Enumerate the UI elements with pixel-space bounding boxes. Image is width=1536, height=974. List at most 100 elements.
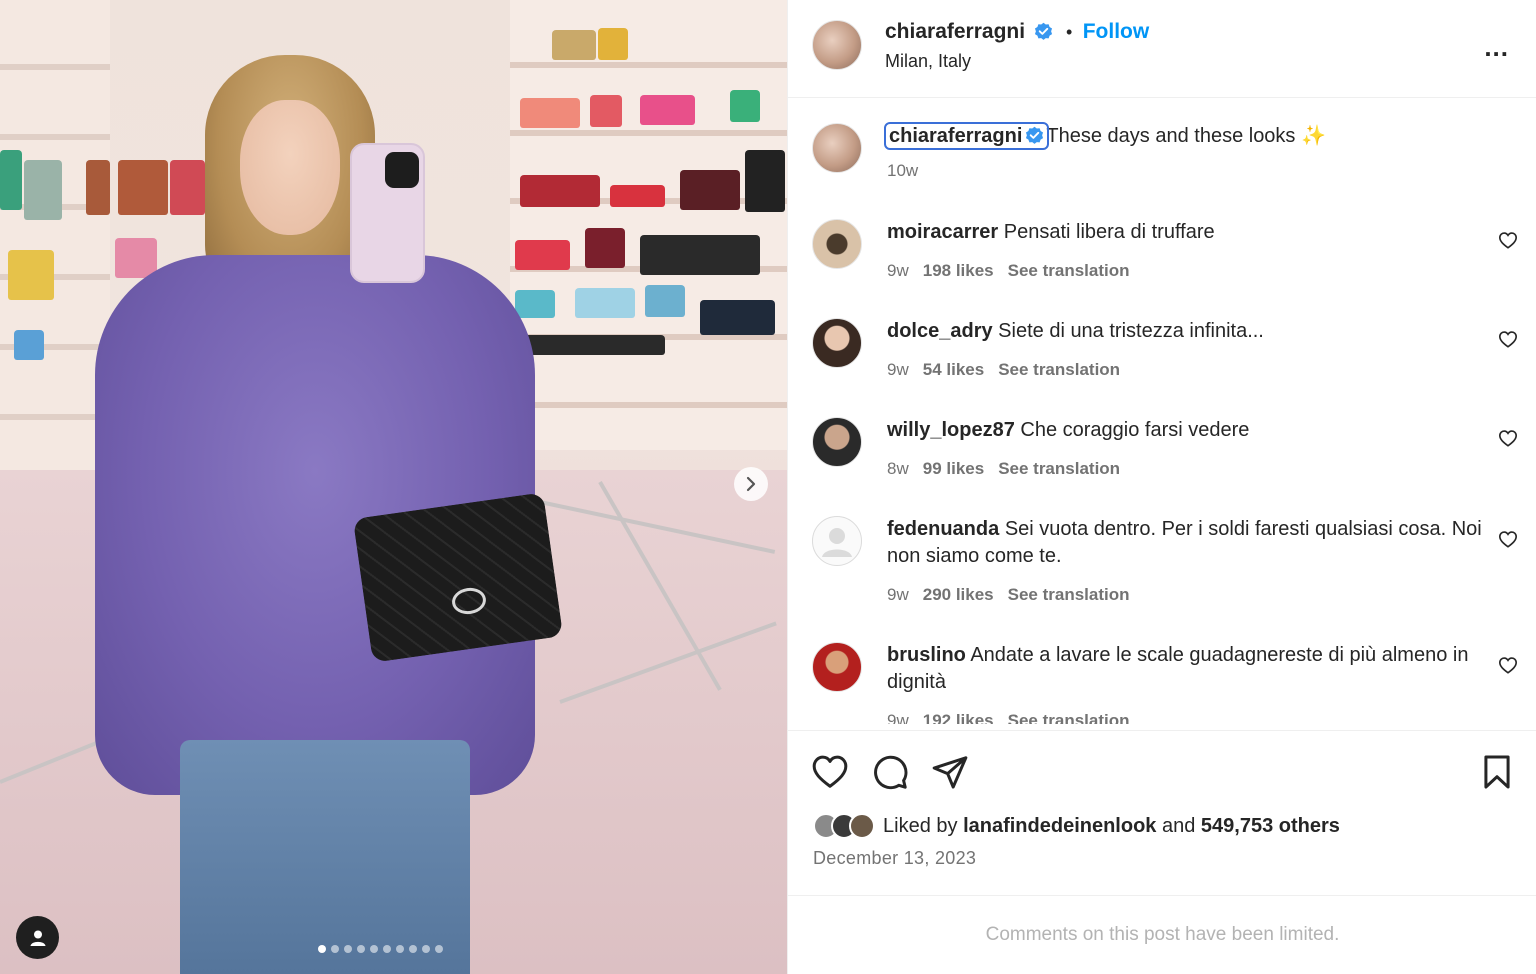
comment-icon[interactable]	[871, 753, 909, 791]
shelf-bag	[515, 290, 555, 318]
post-header: chiaraferragni • Follow Milan, Italy ...	[788, 0, 1536, 98]
comment-likes[interactable]: 198 likes	[923, 261, 994, 280]
comment-likes[interactable]: 99 likes	[923, 459, 984, 478]
author-avatar[interactable]	[812, 123, 862, 173]
carousel-dot	[344, 945, 352, 953]
sparkle-emoji: ✨	[1301, 125, 1326, 147]
comment-body: Andate a lavare le scale guadagnereste d…	[887, 644, 1469, 693]
carousel-dot	[370, 945, 378, 953]
commenter-avatar[interactable]	[812, 219, 862, 269]
carousel-dot	[409, 945, 417, 953]
comment-like-icon[interactable]	[1498, 429, 1518, 447]
tagged-users-button[interactable]	[16, 916, 59, 959]
post-actions: Liked by lanafindedeinenlook and 549,753…	[788, 730, 1536, 894]
share-icon[interactable]	[931, 753, 969, 791]
commenter-avatar[interactable]	[812, 318, 862, 368]
shelf-bag	[24, 160, 62, 220]
comment-username[interactable]: dolce_adry	[887, 320, 993, 342]
comment-time[interactable]: 8w	[887, 459, 909, 478]
liker-avatar	[849, 813, 875, 839]
shelf-bag	[700, 300, 775, 335]
comment-text: fedenuanda Sei vuota dentro. Per i soldi…	[887, 516, 1482, 570]
chevron-right-icon	[746, 476, 756, 492]
shelf-bag	[590, 95, 622, 127]
author-username[interactable]: chiaraferragni	[885, 20, 1025, 43]
comment-time[interactable]: 9w	[887, 360, 909, 379]
phone-camera	[385, 152, 419, 188]
author-avatar[interactable]	[812, 20, 862, 70]
shelf-bag	[575, 288, 635, 318]
post-media[interactable]	[0, 0, 787, 974]
shelf-bag	[610, 185, 665, 207]
carousel-dot	[383, 945, 391, 953]
shelf-bag	[680, 170, 740, 210]
comment-text: dolce_adry Siete di una tristezza infini…	[887, 318, 1482, 345]
shelf-bag	[515, 335, 665, 355]
comment-like-icon[interactable]	[1498, 530, 1518, 548]
commenter-avatar[interactable]	[812, 642, 862, 692]
shelf-bag	[118, 160, 168, 215]
person-icon	[30, 930, 45, 946]
shelf-bag	[520, 175, 600, 207]
comment-meta: 9w 54 likes See translation	[887, 360, 1120, 380]
comment-meta: 9w 192 likes See translation	[887, 711, 1130, 724]
see-translation-link[interactable]: See translation	[998, 459, 1120, 478]
post-date[interactable]: December 13, 2023	[813, 848, 976, 869]
comments-limited-notice: Comments on this post have been limited.	[788, 895, 1536, 974]
verified-badge-icon	[1026, 126, 1044, 144]
caption-text: chiaraferragni These days and these looks…	[883, 122, 1482, 150]
post-location[interactable]: Milan, Italy	[885, 51, 971, 72]
comment-body: Che coraggio farsi vedere	[1020, 419, 1250, 441]
shelf-bag	[115, 238, 157, 278]
comment-time[interactable]: 9w	[887, 585, 909, 604]
liked-by-others[interactable]: 549,753 others	[1201, 815, 1340, 838]
comment-likes[interactable]: 54 likes	[923, 360, 984, 379]
carousel-dot	[396, 945, 404, 953]
caption-username[interactable]: chiaraferragni	[883, 122, 1050, 150]
comment-text: willy_lopez87 Che coraggio farsi vedere	[887, 417, 1482, 444]
follow-button[interactable]: Follow	[1083, 20, 1150, 43]
caption-meta: 10w	[887, 161, 932, 181]
carousel-dot	[357, 945, 365, 953]
commenter-avatar[interactable]	[812, 516, 862, 566]
comment-like-icon[interactable]	[1498, 330, 1518, 348]
shelf-bag	[598, 28, 628, 60]
comment-like-icon[interactable]	[1498, 656, 1518, 674]
caption-body: These days and these looks	[1046, 125, 1296, 147]
comment-username[interactable]: bruslino	[887, 644, 966, 666]
save-bookmark-icon[interactable]	[1478, 753, 1516, 791]
see-translation-link[interactable]: See translation	[998, 360, 1120, 379]
carousel-dot	[435, 945, 443, 953]
comment-username[interactable]: moiracarrer	[887, 221, 998, 243]
comment-likes[interactable]: 192 likes	[923, 711, 994, 724]
see-translation-link[interactable]: See translation	[1008, 585, 1130, 604]
shelf-bag	[645, 285, 685, 317]
more-options-button[interactable]: ...	[1484, 32, 1509, 63]
shelf-bag	[640, 235, 760, 275]
author-line: chiaraferragni • Follow	[885, 20, 1149, 44]
see-translation-link[interactable]: See translation	[1008, 261, 1130, 280]
default-avatar-icon	[822, 528, 852, 557]
comment-time[interactable]: 9w	[887, 261, 909, 280]
comment-text: bruslino Andate a lavare le scale guadag…	[887, 642, 1482, 696]
comment-likes[interactable]: 290 likes	[923, 585, 994, 604]
comments-list[interactable]: chiaraferragni These days and these looks…	[788, 99, 1536, 724]
carousel-next-button[interactable]	[734, 467, 768, 501]
caption-time[interactable]: 10w	[887, 161, 918, 180]
liked-by-user[interactable]: lanafindedeinenlook	[963, 815, 1156, 838]
comment-text: moiracarrer Pensati libera di truffare	[887, 219, 1482, 246]
carousel-dot	[331, 945, 339, 953]
see-translation-link[interactable]: See translation	[1008, 711, 1130, 724]
comment-body: Siete di una tristezza infinita...	[998, 320, 1264, 342]
post-side-panel: chiaraferragni • Follow Milan, Italy ...…	[787, 0, 1536, 974]
liked-by-and: and	[1161, 814, 1196, 837]
comment-time[interactable]: 9w	[887, 711, 909, 724]
comment-username[interactable]: fedenuanda	[887, 518, 999, 540]
comment-username[interactable]: willy_lopez87	[887, 419, 1015, 441]
shelf-bag	[745, 150, 785, 212]
liked-by-prefix: Liked by	[883, 814, 958, 837]
liked-by-line: Liked by lanafindedeinenlook and 549,753…	[813, 813, 1340, 839]
comment-like-icon[interactable]	[1498, 231, 1518, 249]
commenter-avatar[interactable]	[812, 417, 862, 467]
like-icon[interactable]	[811, 753, 849, 791]
